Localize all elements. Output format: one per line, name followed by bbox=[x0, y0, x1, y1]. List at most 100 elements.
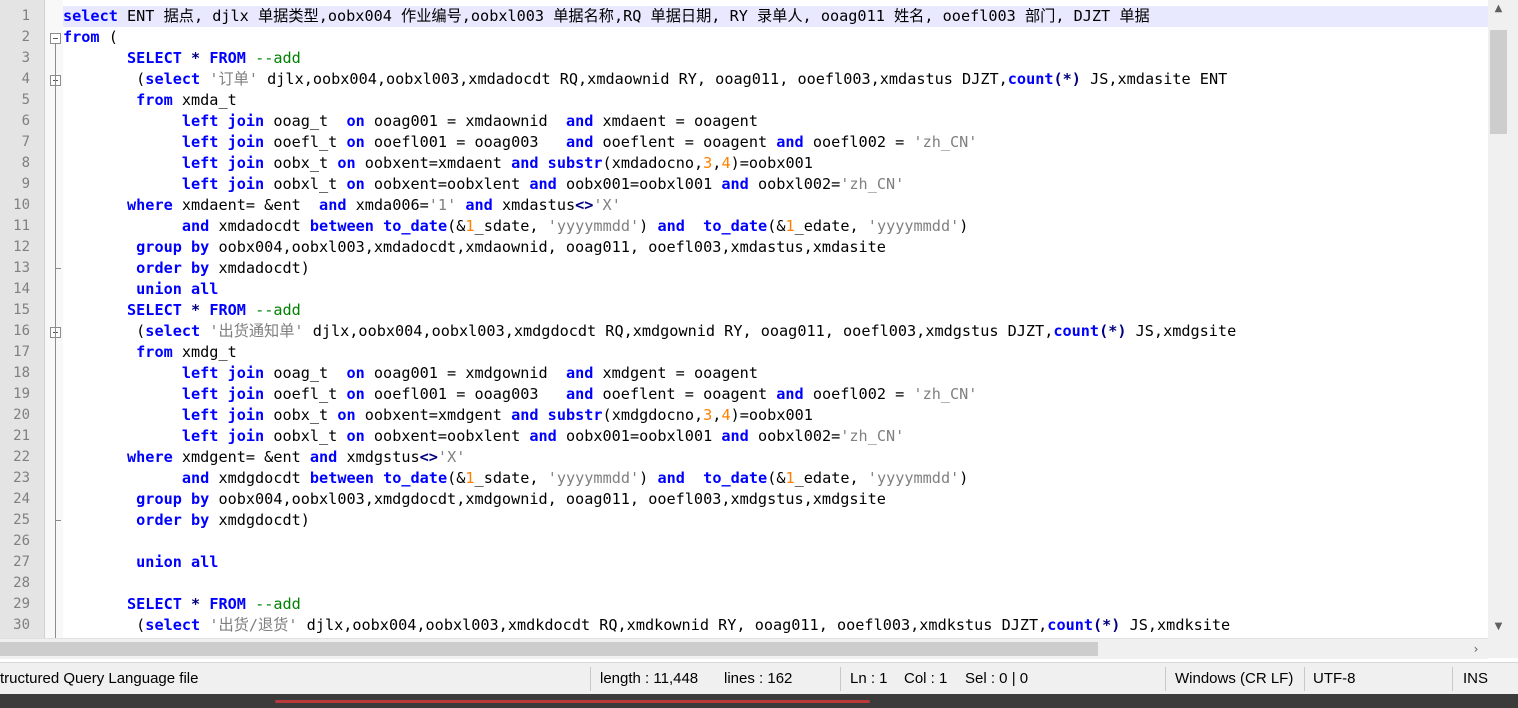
vertical-scroll-thumb[interactable] bbox=[1490, 30, 1507, 134]
code-line[interactable]: left join oobxl_t on oobxent=oobxlent an… bbox=[63, 174, 904, 195]
code-token: '1' bbox=[428, 196, 457, 214]
code-token: <> bbox=[419, 448, 438, 466]
line-number: 17 bbox=[13, 344, 30, 360]
code-token: xmda_t bbox=[172, 91, 237, 109]
line-number: 16 bbox=[13, 323, 30, 339]
code-line[interactable]: left join ooefl_t on ooefl001 = ooag003 … bbox=[63, 132, 978, 153]
code-token: union all bbox=[136, 280, 219, 298]
code-line[interactable]: order by xmdgdocdt) bbox=[63, 510, 310, 531]
code-token: (& bbox=[767, 217, 786, 235]
status-separator bbox=[1452, 667, 1453, 691]
code-line[interactable]: union all bbox=[63, 552, 218, 573]
status-eol[interactable]: Windows (CR LF) bbox=[1175, 663, 1293, 695]
code-token: _edate, bbox=[794, 469, 868, 487]
code-token: xmdgdocdt bbox=[209, 469, 310, 487]
code-line[interactable]: left join oobx_t on oobxent=xmdgent and … bbox=[63, 405, 813, 426]
code-line[interactable]: SELECT * FROM --add bbox=[63, 48, 301, 69]
code-token: on bbox=[346, 427, 365, 445]
line-number: 23 bbox=[13, 470, 30, 486]
code-token: xmdaent= &ent bbox=[172, 196, 320, 214]
code-token: xmdastus bbox=[492, 196, 576, 214]
code-token: ooag001 = xmdaownid bbox=[364, 112, 566, 130]
code-token: ooefl_t bbox=[264, 385, 347, 403]
code-token: oobx_t bbox=[264, 406, 338, 424]
horizontal-scroll-thumb[interactable] bbox=[0, 642, 1098, 656]
line-number: 14 bbox=[13, 281, 30, 297]
code-token: to_date bbox=[703, 217, 768, 235]
code-line[interactable]: left join ooefl_t on ooefl001 = ooag003 … bbox=[63, 384, 978, 405]
code-line[interactable]: from xmda_t bbox=[63, 90, 237, 111]
line-number: 25 bbox=[13, 512, 30, 528]
code-token: xmdgent = ooagent bbox=[593, 364, 758, 382]
code-line[interactable]: (select '订单' djlx,oobx004,oobxl003,xmdad… bbox=[63, 69, 1227, 90]
status-encoding[interactable]: UTF-8 bbox=[1313, 663, 1356, 695]
code-line[interactable]: left join oobx_t on oobxent=xmdaent and … bbox=[63, 153, 813, 174]
code-line[interactable]: and xmdadocdt between to_date(&1_sdate, … bbox=[63, 216, 969, 237]
code-token: left join bbox=[181, 133, 265, 151]
code-token: djlx,oobx004,oobxl003,xmdkdocdt RQ,xmdko… bbox=[297, 616, 1048, 634]
code-line[interactable]: union all bbox=[63, 279, 218, 300]
code-token: )=oobx001 bbox=[730, 154, 813, 172]
down-arrow-icon[interactable]: ▼ bbox=[1490, 620, 1507, 634]
code-token: order by bbox=[136, 511, 210, 529]
code-line[interactable]: left join oobxl_t on oobxent=oobxlent an… bbox=[63, 426, 904, 447]
status-mode[interactable]: INS bbox=[1463, 663, 1488, 695]
code-line[interactable]: SELECT * FROM --add bbox=[63, 300, 301, 321]
code-token: ooefl001 = ooag003 bbox=[364, 385, 566, 403]
line-number: 30 bbox=[13, 617, 30, 633]
code-line[interactable]: (select '出货/退货' djlx,oobx004,oobxl003,xm… bbox=[63, 615, 1230, 636]
vertical-scrollbar[interactable]: ▲ ▼ bbox=[1488, 0, 1518, 638]
code-line[interactable]: group by oobx004,oobxl003,xmdadocdt,xmda… bbox=[63, 237, 886, 258]
line-number: 19 bbox=[13, 386, 30, 402]
status-bar: tructured Query Language file length : 1… bbox=[0, 662, 1518, 695]
code-token: ENT 据点, djlx 单据类型,oobx004 作业编号,oobxl003 … bbox=[117, 7, 1150, 25]
code-token: select bbox=[145, 70, 201, 88]
code-token: where bbox=[127, 196, 173, 214]
code-token: and bbox=[565, 364, 594, 382]
code-token: (& bbox=[447, 217, 466, 235]
code-token: ooag_t bbox=[264, 112, 347, 130]
code-line[interactable]: from xmdg_t bbox=[63, 342, 237, 363]
code-line[interactable]: left join ooag_t on ooag001 = xmdaownid … bbox=[63, 111, 758, 132]
code-line[interactable]: from ( bbox=[63, 27, 118, 48]
up-arrow-icon[interactable]: ▲ bbox=[1490, 2, 1507, 16]
code-token: and bbox=[529, 427, 557, 445]
code-line[interactable]: left join ooag_t on ooag001 = xmdgownid … bbox=[63, 363, 758, 384]
code-line[interactable]: order by xmdadocdt) bbox=[63, 258, 310, 279]
code-token: 'zh_CN' bbox=[913, 385, 978, 403]
code-token: on bbox=[346, 364, 365, 382]
fold-margin[interactable] bbox=[45, 0, 63, 638]
code-token: ) bbox=[959, 469, 969, 487]
horizontal-scrollbar[interactable]: › bbox=[0, 638, 1488, 659]
code-token: 1 bbox=[465, 217, 475, 235]
code-line[interactable]: select ENT 据点, djlx 单据类型,oobx004 作业编号,oo… bbox=[63, 6, 1488, 27]
code-token: (xmdadocno, bbox=[602, 154, 704, 172]
code-token: oobxl002= bbox=[748, 427, 841, 445]
code-line[interactable]: where xmdgent= &ent and xmdgstus<>'X' bbox=[63, 447, 465, 468]
right-arrow-icon[interactable]: › bbox=[1468, 639, 1484, 659]
code-token: from bbox=[136, 343, 173, 361]
status-separator bbox=[1165, 667, 1166, 691]
code-line[interactable]: and xmdgdocdt between to_date(&1_sdate, … bbox=[63, 468, 969, 489]
line-number: 29 bbox=[13, 596, 30, 612]
code-token: ( bbox=[99, 28, 118, 46]
code-line[interactable]: group by oobx004,oobxl003,xmdgdocdt,xmdg… bbox=[63, 489, 886, 510]
code-line[interactable]: (select '出货通知单' djlx,oobx004,oobxl003,xm… bbox=[63, 321, 1236, 342]
code-line[interactable]: SELECT * FROM --add bbox=[63, 594, 301, 615]
code-editor[interactable]: 1 2 3 4 5 6 7 8 9 10 11 12 13 14 15 16 17 18 19 20 21 22 23 24 2… bbox=[0, 0, 1518, 638]
code-area[interactable]: select ENT 据点, djlx 单据类型,oobx004 作业编号,oo… bbox=[63, 0, 1488, 638]
code-line[interactable]: where xmdaent= &ent and xmda006='1' and … bbox=[63, 195, 621, 216]
code-token: '出货/退货' bbox=[209, 616, 298, 634]
